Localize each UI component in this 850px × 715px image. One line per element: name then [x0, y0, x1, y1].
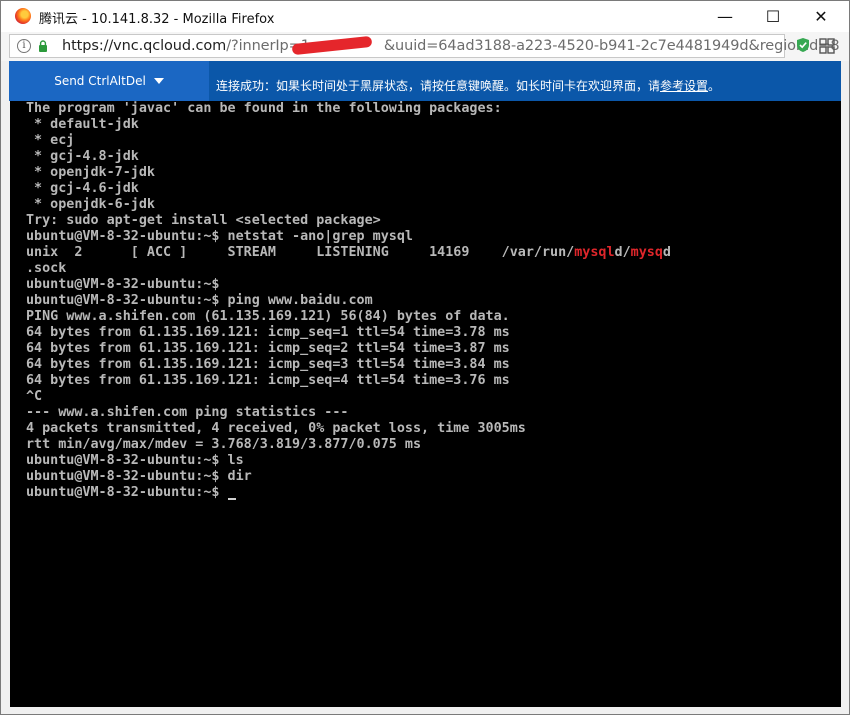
connection-notice: 连接成功：如果长时间处于黑屏状态，请按任意键唤醒。如长时间卡在欢迎界面，请参考设…	[216, 77, 720, 94]
terminal-line-netstat: unix 2 [ ACC ] STREAM LISTENING 14169 /v…	[26, 245, 671, 261]
title-bar[interactable]: 腾讯云 - 10.141.8.32 - Mozilla Firefox — ☐ …	[1, 1, 849, 32]
minimize-button[interactable]: —	[702, 1, 748, 32]
url-text: https://vnc.qcloud.com/?innerIp=1 &uuid=6…	[62, 38, 840, 54]
firefox-logo-icon	[15, 8, 31, 24]
netstat-prefix: unix 2 [ ACC ] STREAM LISTENING 14169 /v…	[26, 245, 575, 260]
terminal-line: 64 bytes from 61.135.169.121: icmp_seq=3…	[26, 357, 510, 372]
netstat-highlight-1: mysql	[574, 245, 615, 260]
terminal-line: * openjdk-6-jdk	[26, 197, 155, 212]
url-host: https://vnc.qcloud.com	[62, 38, 227, 54]
left-frame	[1, 61, 9, 711]
shield-icon[interactable]	[796, 37, 810, 53]
close-button[interactable]: ✕	[798, 1, 844, 32]
maximize-button[interactable]: ☐	[750, 1, 796, 32]
terminal-line: 64 bytes from 61.135.169.121: icmp_seq=1…	[26, 325, 510, 340]
send-ctrlaltdel-button[interactable]: Send CtrlAltDel	[9, 61, 209, 101]
terminal-line: * gcj-4.6-jdk	[26, 181, 139, 196]
browser-window: 腾讯云 - 10.141.8.32 - Mozilla Firefox — ☐ …	[0, 0, 850, 715]
qr-grid-icon[interactable]	[819, 38, 835, 54]
terminal-line: 64 bytes from 61.135.169.121: icmp_seq=2…	[26, 341, 510, 356]
chevron-down-icon	[153, 78, 164, 84]
terminal-line: ^C	[26, 389, 43, 404]
terminal-cursor	[227, 498, 236, 500]
terminal-line: ubuntu@VM-8-32-ubuntu:~$ ls	[26, 453, 244, 468]
terminal-line: 4 packets transmitted, 4 received, 0% pa…	[26, 421, 526, 436]
window-title: 腾讯云 - 10.141.8.32 - Mozilla Firefox	[39, 12, 275, 27]
terminal-prompt-line: ubuntu@VM-8-32-ubuntu:~$	[26, 485, 671, 501]
terminal-line: * default-jdk	[26, 117, 139, 132]
terminal-line: * gcj-4.8-jdk	[26, 149, 139, 164]
terminal-line: * openjdk-7-jdk	[26, 165, 155, 180]
lock-icon	[39, 40, 47, 52]
address-field[interactable]: i https://vnc.qcloud.com/?innerIp=1 &uuid…	[9, 34, 840, 58]
terminal-output: The program 'javac' can be found in the …	[26, 101, 671, 501]
netstat-mid: d/	[614, 245, 631, 260]
terminal-line: rtt min/avg/max/mdev = 3.768/3.819/3.877…	[26, 437, 422, 452]
terminal-line: ubuntu@VM-8-32-ubuntu:~$	[26, 277, 220, 292]
terminal-prompt: ubuntu@VM-8-32-ubuntu:~$	[26, 485, 228, 500]
right-frame	[841, 61, 849, 711]
terminal-line: ubuntu@VM-8-32-ubuntu:~$ netstat -ano|gr…	[26, 229, 413, 244]
terminal-line: * ecj	[26, 133, 75, 148]
url-path-b: &uuid=64ad3188-a223-4520-b941-2c7e448194…	[383, 38, 840, 54]
url-bar: i https://vnc.qcloud.com/?innerIp=1 &uuid…	[1, 32, 849, 62]
notice-text: 连接成功：如果长时间处于黑屏状态，请按任意键唤醒。如长时间卡在欢迎界面，请	[216, 79, 661, 93]
terminal-line: Try: sudo apt-get install <selected pack…	[26, 213, 381, 228]
netstat-end: d	[662, 245, 671, 260]
terminal-line: --- www.a.shifen.com ping statistics ---	[26, 405, 349, 420]
terminal-line: 64 bytes from 61.135.169.121: icmp_seq=4…	[26, 373, 510, 388]
notice-end: 。	[708, 79, 721, 93]
terminal-line: PING www.a.shifen.com (61.135.169.121) 5…	[26, 309, 510, 324]
terminal-line: ubuntu@VM-8-32-ubuntu:~$ dir	[26, 469, 252, 484]
info-icon[interactable]: i	[17, 39, 31, 53]
terminal-line: The program 'javac' can be found in the …	[26, 101, 502, 116]
send-ctrlaltdel-label: Send CtrlAltDel	[54, 74, 146, 88]
terminal-line: .sock	[26, 261, 67, 276]
vnc-toolbar: Send CtrlAltDel 连接成功：如果长时间处于黑屏状态，请按任意键唤醒…	[9, 61, 841, 101]
terminal-line: ubuntu@VM-8-32-ubuntu:~$ ping www.baidu.…	[26, 293, 373, 308]
notice-settings-link[interactable]: 参考设置	[660, 79, 708, 93]
bottom-frame	[1, 707, 849, 714]
netstat-highlight-2: mysq	[630, 245, 663, 260]
vnc-terminal[interactable]: The program 'javac' can be found in the …	[10, 101, 841, 707]
